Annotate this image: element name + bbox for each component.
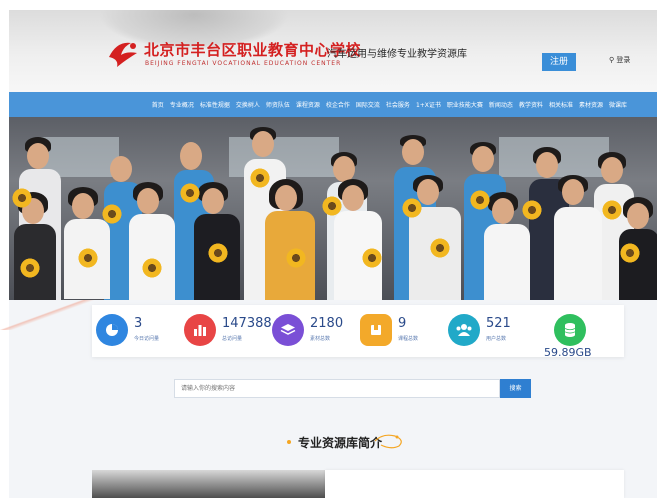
- site-header: 北京市丰台区职业教育中心学校 BEIJING FENGTAI VOCATIONA…: [9, 10, 657, 92]
- sunflower: [249, 167, 271, 189]
- nav-item-home[interactable]: 首页: [152, 100, 164, 109]
- book-icon: [360, 314, 392, 346]
- nav-item-certificate[interactable]: 1+X证书: [416, 100, 441, 109]
- sunflower: [361, 247, 383, 269]
- sunflower: [179, 182, 201, 204]
- sunflower: [401, 197, 423, 219]
- users-icon: [448, 314, 480, 346]
- database-icon: [554, 314, 586, 346]
- stat-value: 2180: [310, 316, 344, 331]
- sunflower: [207, 242, 229, 264]
- stat-value: 147388: [222, 316, 272, 331]
- site-title: 汽车运用与维修专业教学资源库: [327, 49, 467, 60]
- stats-panel: 3 今日访问量 147388 总访问量 2180 素材总数 9 课程总数 521…: [92, 305, 624, 359]
- sunflower: [429, 237, 451, 259]
- nav-item-social-service[interactable]: 社会服务: [386, 100, 410, 109]
- hero-banner-photo: [9, 117, 657, 300]
- nav-item-skills-contest[interactable]: 职业技能大赛: [447, 100, 483, 109]
- nav-item-cooperation[interactable]: 校企合作: [326, 100, 350, 109]
- sunflower: [521, 199, 543, 221]
- nav-item-materials[interactable]: 教学资料: [519, 100, 543, 109]
- sunflower: [77, 247, 99, 269]
- intro-text-panel: [325, 470, 624, 498]
- sunflower: [619, 242, 641, 264]
- nav-item-courses[interactable]: 课程资源: [296, 100, 320, 109]
- nav-item-international[interactable]: 国际交流: [356, 100, 380, 109]
- stat-value: 9: [398, 316, 407, 331]
- nav-item-resources[interactable]: 素材资源: [579, 100, 603, 109]
- decorative-dot: [287, 440, 291, 444]
- nav-item-faculty[interactable]: 师资队伍: [266, 100, 290, 109]
- stat-value: 59.89GB: [544, 346, 592, 359]
- register-button[interactable]: 注册: [542, 53, 576, 71]
- stat-value: 3: [134, 316, 143, 331]
- sunflower: [19, 257, 41, 279]
- nav-item-education[interactable]: 交换树人: [236, 100, 260, 109]
- pie-icon: [96, 314, 128, 346]
- sunflower: [285, 247, 307, 269]
- nav-item-related-standards[interactable]: 相关标准: [549, 100, 573, 109]
- nav-item-standards[interactable]: 标准性规据: [200, 100, 230, 109]
- stat-label: 用户总数: [486, 336, 507, 342]
- nav-item-overview[interactable]: 专业概况: [170, 100, 194, 109]
- sunflower: [601, 199, 623, 221]
- bar-chart-icon: [184, 314, 216, 346]
- nav-item-news[interactable]: 新闻动态: [489, 100, 513, 109]
- user-icon: ⚲: [609, 56, 615, 64]
- main-nav: 首页 专业概况 标准性规据 交换树人 师资队伍 课程资源 校企合作 国际交流 社…: [9, 92, 657, 117]
- layers-icon: [272, 314, 304, 346]
- nav-item-microcourse[interactable]: 微课库: [609, 100, 627, 109]
- stat-label: 素材总数: [310, 336, 331, 342]
- section-title: 专业资源库简介: [298, 436, 383, 450]
- login-link[interactable]: ⚲ 登录: [609, 55, 630, 65]
- stat-label: 课程总数: [398, 336, 419, 342]
- search-button[interactable]: 搜索: [500, 379, 531, 398]
- stat-label: 总访问量: [222, 336, 243, 342]
- search-input[interactable]: [174, 379, 500, 398]
- sunflower: [11, 187, 33, 209]
- login-label: 登录: [616, 56, 631, 64]
- decorative-swirl: [374, 434, 402, 449]
- stat-value: 521: [486, 316, 511, 331]
- sunflower: [321, 195, 343, 217]
- intro-photo: [92, 470, 325, 498]
- sunflower: [101, 203, 123, 225]
- sunflower: [141, 257, 163, 279]
- stat-label: 今日访问量: [134, 336, 160, 342]
- sunflower: [469, 189, 491, 211]
- school-name-english: BEIJING FENGTAI VOCATIONAL EDUCATION CEN…: [145, 60, 342, 67]
- school-logo-icon: [109, 42, 137, 67]
